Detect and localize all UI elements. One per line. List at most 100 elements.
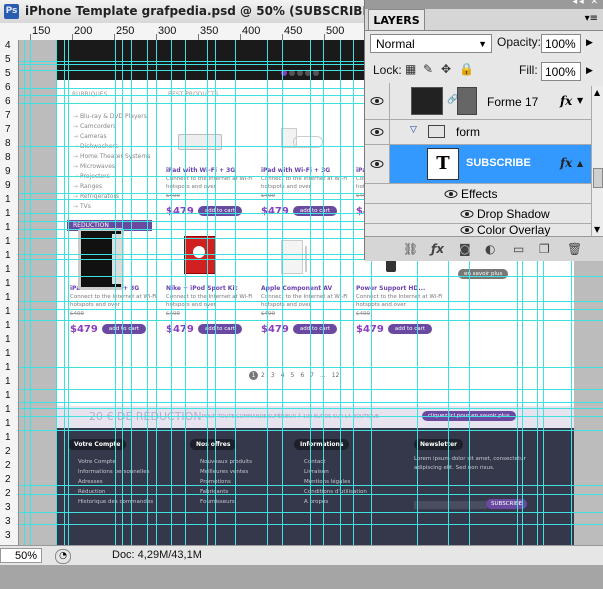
panel-menu-icon[interactable]: ▾≡ <box>585 13 598 24</box>
visibility-eye-icon[interactable] <box>460 209 474 219</box>
fill-input[interactable]: 100% <box>541 62 581 81</box>
new-layer-icon[interactable]: ❐ <box>539 242 550 256</box>
photoshop-logo-icon: Ps <box>4 4 19 19</box>
promo-button: cliquez ici pour en savoir plus <box>422 411 516 421</box>
vertical-ruler[interactable]: 4 5 5 6 6 7 7 8 8 9 9 1 1 1 1 1 1 1 1 1 1 1 1 1 1 1 1 1 1 2 2 2 2 3 3 3 <box>0 40 19 545</box>
expand-icon[interactable]: ▼ <box>577 96 583 105</box>
page-link: 7 <box>310 372 314 379</box>
scroll-down-icon[interactable]: ▼ <box>594 225 600 234</box>
folder-icon <box>428 125 445 138</box>
keyboard-image <box>166 122 256 167</box>
visibility-eye-icon[interactable] <box>365 83 390 119</box>
product-price: $479 <box>166 324 194 335</box>
ruler-tick-label: 6 <box>5 82 11 93</box>
collapse-icon[interactable]: ▲ <box>577 159 583 168</box>
blend-mode-select[interactable]: Normal <box>370 34 492 54</box>
visibility-eye-icon[interactable] <box>365 120 390 144</box>
ruler-tick-label: 300 <box>158 25 177 37</box>
layer-group-form[interactable]: ▽ form <box>365 120 591 145</box>
en-savoir-button: en savoir plus <box>458 269 509 279</box>
page-link: 3 <box>270 372 275 379</box>
opacity-label: Opacity: <box>497 35 542 49</box>
layer-subscribe[interactable]: T SUBSCRIBE fx ▲ <box>365 145 591 184</box>
mask-thumbnail <box>457 87 477 115</box>
lock-move-icon[interactable]: ✥ <box>441 62 451 76</box>
ruler-tick-label: 1 <box>5 292 11 303</box>
footer-link: Réduction <box>78 489 106 495</box>
add-to-cart-button: add to cart <box>197 324 243 334</box>
slider-dots <box>281 61 321 80</box>
newsletter-heading: Newsletter <box>414 439 464 450</box>
layer-name: SUBSCRIBE <box>466 157 531 169</box>
lock-transparent-icon[interactable]: ▦ <box>405 62 416 76</box>
link-layers-icon[interactable]: ⛓ <box>403 242 418 256</box>
layers-scrollbar[interactable]: ▲ ▼ <box>591 86 603 236</box>
add-to-cart-button: add to cart <box>292 324 338 334</box>
footer: Newsletter Lorem ipsum dolor sit amet, c… <box>56 428 574 545</box>
effect-color-overlay[interactable]: Color Overlay <box>365 224 591 236</box>
product-card: Nike + iPod Sport Kit Connect to the Inte… <box>166 236 256 336</box>
footer-link: Promotions <box>200 479 231 485</box>
lock-brush-icon[interactable]: ✎ <box>423 62 433 76</box>
add-mask-icon[interactable]: ◙ <box>459 242 471 256</box>
visibility-eye-icon[interactable] <box>365 145 390 183</box>
add-to-cart-button: add to cart <box>387 324 433 334</box>
product-desc: Connect to the Internet at Wi-Fi hotspot… <box>261 294 348 308</box>
rubrique-item: TVs <box>73 202 150 212</box>
blank-eye <box>365 184 389 203</box>
lock-all-icon[interactable]: 🔒 <box>459 62 474 76</box>
zoom-field[interactable]: 50% <box>0 548 42 563</box>
text-layer-icon: T <box>427 148 459 180</box>
rubriques-list: Blu-ray & DVD PlayersCamcordersCamerasDi… <box>73 112 150 212</box>
page-link: 2 <box>261 372 265 379</box>
ruler-tick-label: 1 <box>5 376 11 387</box>
workspace-background <box>0 566 603 589</box>
fx-icon: fx <box>560 94 573 108</box>
ruler-tick-label: 1 <box>5 418 11 429</box>
adjustment-layer-icon[interactable]: ◐ <box>485 242 495 256</box>
doc-size: Doc: 4,29M/43,1M <box>112 549 202 561</box>
ruler-tick-label: 1 <box>5 208 11 219</box>
guide-line[interactable] <box>24 40 25 545</box>
ruler-tick-label: 1 <box>5 404 11 415</box>
page-link: 6 <box>300 372 305 379</box>
opacity-arrow-icon[interactable]: ▶ <box>586 38 593 48</box>
product-name: Power Support HD... <box>356 285 426 292</box>
layer-forme17[interactable]: 🔗 Forme 17 fx ▼ <box>365 83 591 120</box>
collapse-icon[interactable]: ◂◂ ✕ <box>573 0 600 7</box>
guide-line[interactable] <box>30 40 31 545</box>
fill-arrow-icon[interactable]: ▶ <box>586 66 593 76</box>
best-products-heading: BEST PRODUCTS <box>168 91 219 98</box>
ruler-tick-label: 350 <box>200 25 219 37</box>
scroll-up-icon[interactable]: ▲ <box>594 88 600 97</box>
delete-layer-icon[interactable]: 🗑 <box>567 242 582 256</box>
page-link: 4 <box>280 372 285 379</box>
product-card: iPad with Wi-Fi + 3G Connect to the Inter… <box>166 122 256 218</box>
opacity-input[interactable]: 100% <box>541 34 581 53</box>
effects-row[interactable]: Effects <box>365 184 591 204</box>
promo-title: 20 € DE RÉDUCTION <box>89 410 202 423</box>
tab-layers[interactable]: LAYERS <box>368 9 425 31</box>
effect-drop-shadow[interactable]: Drop Shadow <box>365 204 591 224</box>
rubriques-heading: RUBRIQUES <box>72 91 108 98</box>
ipad-image <box>70 228 160 290</box>
footer-heading: Informations <box>294 439 350 450</box>
product-card: Apple Component AV Connect to the Interne… <box>261 240 351 336</box>
ruler-tick-label: 2 <box>5 474 11 485</box>
footer-link: Livraison <box>304 469 329 475</box>
visibility-eye-icon[interactable] <box>444 189 458 199</box>
product-price: $479 <box>70 324 98 335</box>
ruler-tick-label: 1 <box>5 250 11 261</box>
new-group-icon[interactable]: ▭ <box>513 242 524 256</box>
panel-grip[interactable]: ◂◂ ✕ <box>365 0 603 9</box>
footer-link: Fabricants <box>200 489 229 495</box>
add-style-icon[interactable]: ƒx <box>431 242 444 256</box>
ruler-origin[interactable] <box>0 23 19 41</box>
scroll-thumb[interactable] <box>593 168 603 188</box>
ruler-tick-label: 6 <box>5 96 11 107</box>
group-expanded-icon[interactable]: ▽ <box>410 125 417 135</box>
ruler-tick-label: 1 <box>5 278 11 289</box>
visibility-eye-icon[interactable] <box>460 225 474 235</box>
status-bar: 50% ◔ Doc: 4,29M/43,1M <box>0 545 603 565</box>
status-menu-icon[interactable]: ◔ <box>55 549 71 564</box>
